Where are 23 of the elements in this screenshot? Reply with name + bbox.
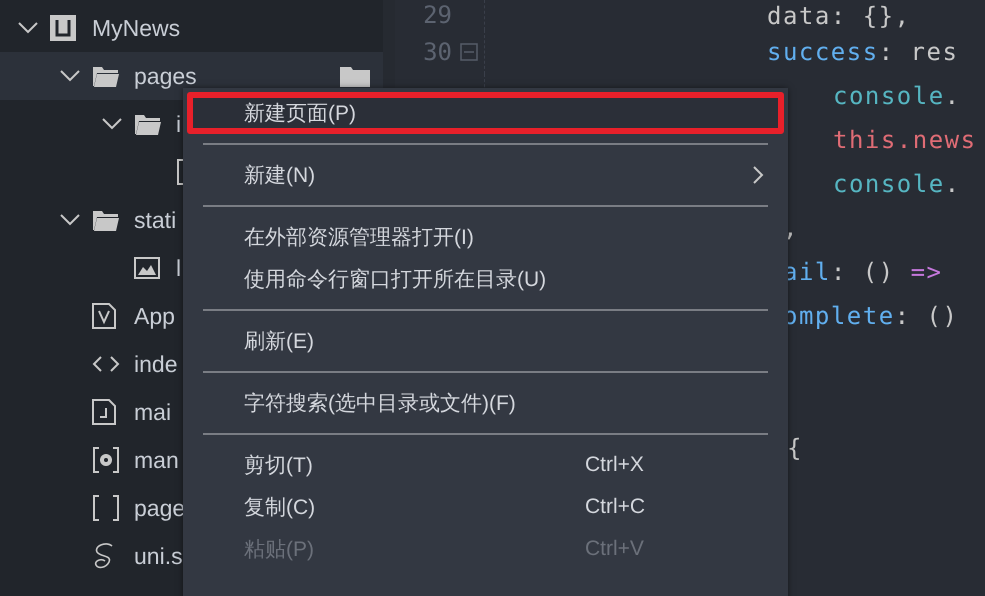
tree-item-label: App [134, 302, 175, 330]
code-line: data: {}, [767, 2, 911, 30]
code-line: this.news [833, 126, 977, 154]
code-line: , [783, 214, 799, 242]
shortcut-label: Ctrl+X [585, 453, 644, 477]
tree-item-label: MyNews [92, 14, 180, 42]
tree-item-label: inde [134, 350, 178, 378]
shortcut-label: Ctrl+V [585, 537, 644, 561]
tree-item-label: stati [134, 206, 176, 234]
code-line: success: res [767, 38, 958, 66]
code-line: console. [833, 82, 961, 110]
tree-item-label: man [134, 446, 179, 474]
tree-item-label: pages [134, 62, 197, 90]
tree-item-label: page [134, 494, 186, 522]
tree-item-label: mai [134, 398, 172, 426]
tree-item-label: uni.s [134, 542, 183, 570]
line-number: 30 [423, 38, 452, 66]
line-number: 29 [423, 1, 452, 29]
shortcut-label: Ctrl+C [585, 495, 646, 519]
code-line: { [787, 434, 803, 462]
code-line: console. [833, 170, 961, 198]
tree-item-label: i [176, 110, 182, 138]
tree-item-label: l [176, 254, 182, 282]
